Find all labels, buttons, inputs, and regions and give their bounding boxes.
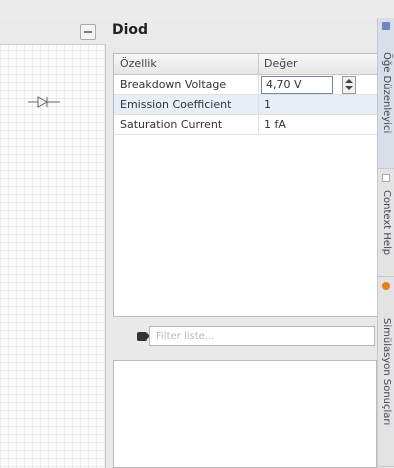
property-name: Breakdown Voltage (120, 78, 227, 91)
tab-simulation-results[interactable]: Simülasyon Sonuçları (378, 278, 394, 467)
tab-label: Context Help (381, 190, 392, 256)
top-strip (0, 0, 394, 18)
breakdown-voltage-spinbox[interactable]: 4,70 V (261, 76, 333, 94)
column-divider[interactable] (258, 54, 259, 74)
simulation-icon (382, 282, 390, 290)
cell-divider (258, 115, 259, 134)
property-value[interactable]: 4,70 V (266, 78, 302, 91)
filter-input[interactable] (149, 326, 375, 346)
property-table: Özellik Değer Breakdown Voltage 4,70 V E… (113, 53, 379, 317)
property-value[interactable]: 1 fA (264, 118, 286, 131)
collapse-panel-button[interactable] (80, 24, 96, 40)
table-row-breakdown-voltage[interactable]: Breakdown Voltage 4,70 V (114, 75, 378, 95)
filter-tag-icon (137, 332, 150, 341)
description-area (113, 360, 377, 468)
table-row-saturation-current[interactable]: Saturation Current 1 fA (114, 115, 378, 135)
property-name: Emission Coefficient (120, 98, 232, 111)
table-row-emission-coefficient[interactable]: Emission Coefficient 1 (114, 95, 378, 115)
spin-up-icon[interactable] (345, 79, 353, 83)
spin-buttons[interactable] (342, 76, 356, 94)
tab-item-editor[interactable]: Öğe Düzenleyici (378, 18, 394, 169)
tab-label: Öğe Düzenleyici (381, 52, 392, 134)
tab-context-help[interactable]: Context Help (378, 170, 394, 277)
schematic-canvas[interactable] (0, 18, 106, 468)
editor-icon (382, 22, 390, 30)
spin-down-icon[interactable] (345, 86, 353, 90)
property-name: Saturation Current (120, 118, 223, 131)
property-table-header: Özellik Değer (114, 54, 378, 75)
diode-symbol-icon[interactable] (28, 94, 60, 110)
property-column-header[interactable]: Özellik (120, 57, 157, 70)
value-column-header[interactable]: Değer (264, 57, 298, 70)
filter-row (113, 326, 377, 348)
property-value[interactable]: 1 (264, 98, 271, 111)
tab-label: Simülasyon Sonuçları (381, 318, 392, 426)
cell-divider (258, 95, 259, 114)
panel-title: Diod (112, 22, 149, 38)
side-tab-strip: Öğe Düzenleyici Context Help Simülasyon … (377, 18, 394, 468)
cell-divider (258, 75, 259, 94)
help-icon (382, 174, 390, 182)
